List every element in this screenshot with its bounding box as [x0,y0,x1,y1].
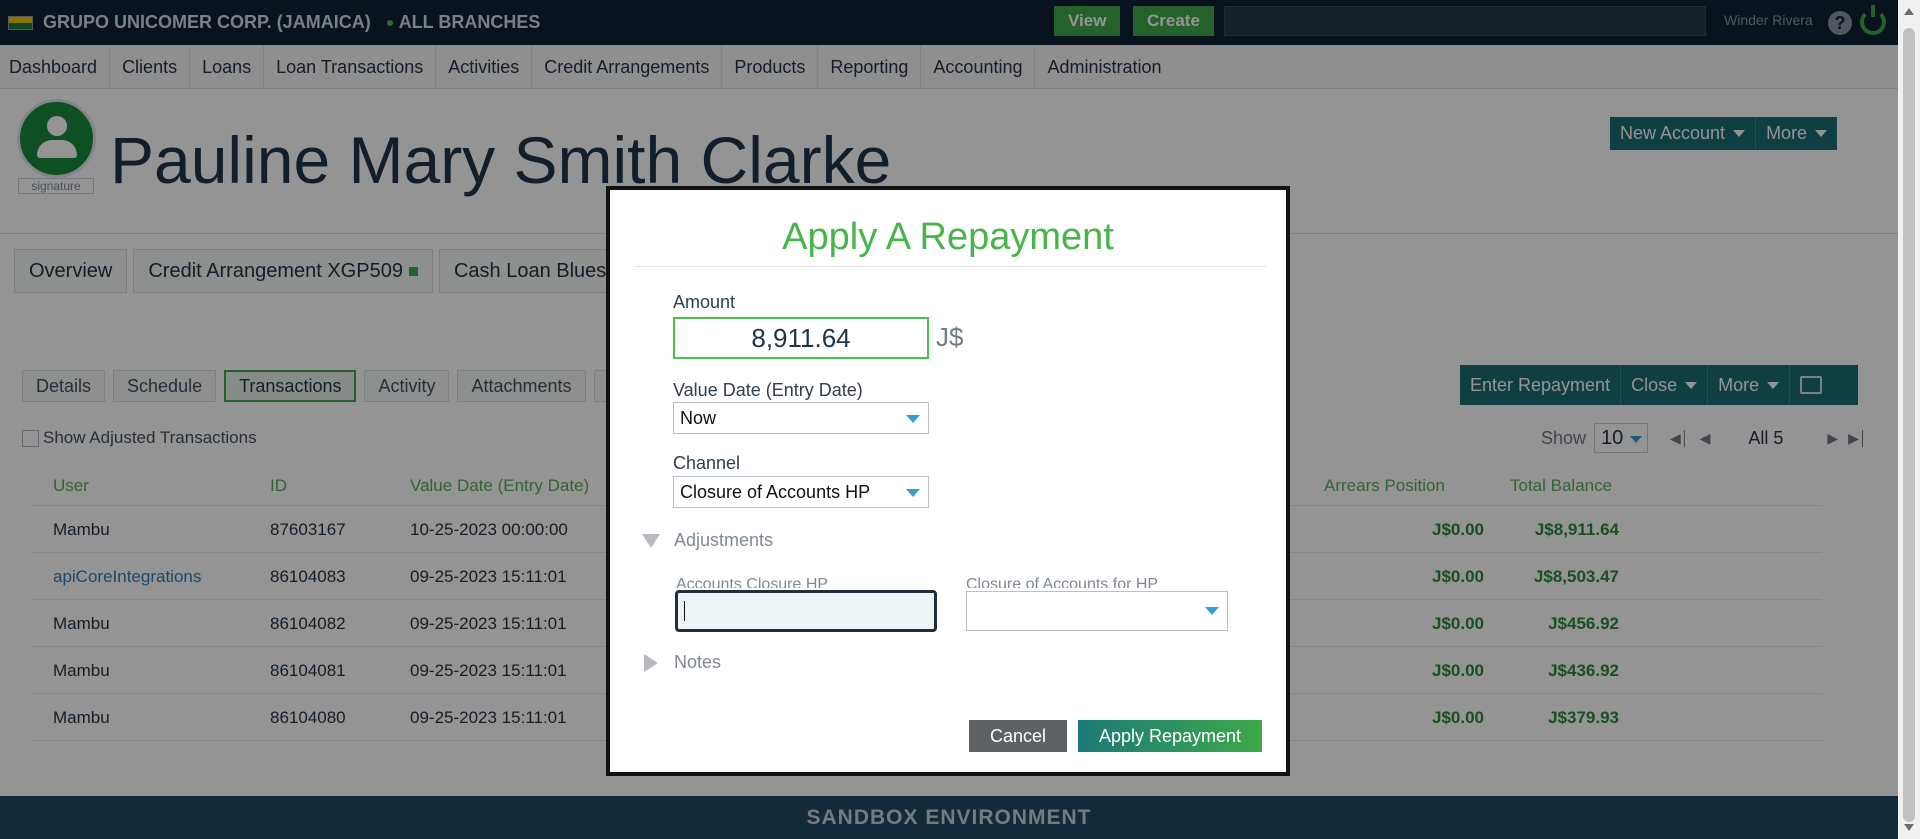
scroll-up-icon[interactable] [1904,8,1914,15]
expand-right-icon [644,653,658,672]
apply-repayment-dialog: Apply A Repayment Amount 8,911.64 J$ Val… [606,186,1290,776]
accounts-closure-input[interactable] [675,590,937,632]
amount-input[interactable]: 8,911.64 [673,317,929,359]
cancel-button[interactable]: Cancel [969,720,1067,752]
amount-label: Amount [673,292,736,312]
expand-down-icon [642,533,660,548]
channel-select[interactable]: Closure of Accounts HP [673,476,929,508]
dialog-divider [634,266,1266,267]
value-date-label: Value Date (Entry Date) [673,380,863,400]
currency-label: J$ [936,322,964,352]
accounts-closure-label: Accounts Closure HP [676,576,829,588]
page-scrollbar[interactable] [1898,0,1920,839]
value-date-select[interactable]: Now [673,402,929,434]
scroll-down-icon[interactable] [1904,824,1914,831]
closure-for-select[interactable] [966,591,1228,631]
closure-for-label: Closure of Accounts for HP [966,576,1159,588]
adjustments-toggle[interactable]: Adjustments [642,530,773,551]
scroll-thumb[interactable] [1903,28,1915,822]
apply-repayment-button[interactable]: Apply Repayment [1078,720,1262,752]
channel-label: Channel [673,453,741,473]
text-cursor [684,601,685,621]
notes-toggle[interactable]: Notes [644,652,721,673]
dialog-title: Apply A Repayment [782,216,1114,258]
